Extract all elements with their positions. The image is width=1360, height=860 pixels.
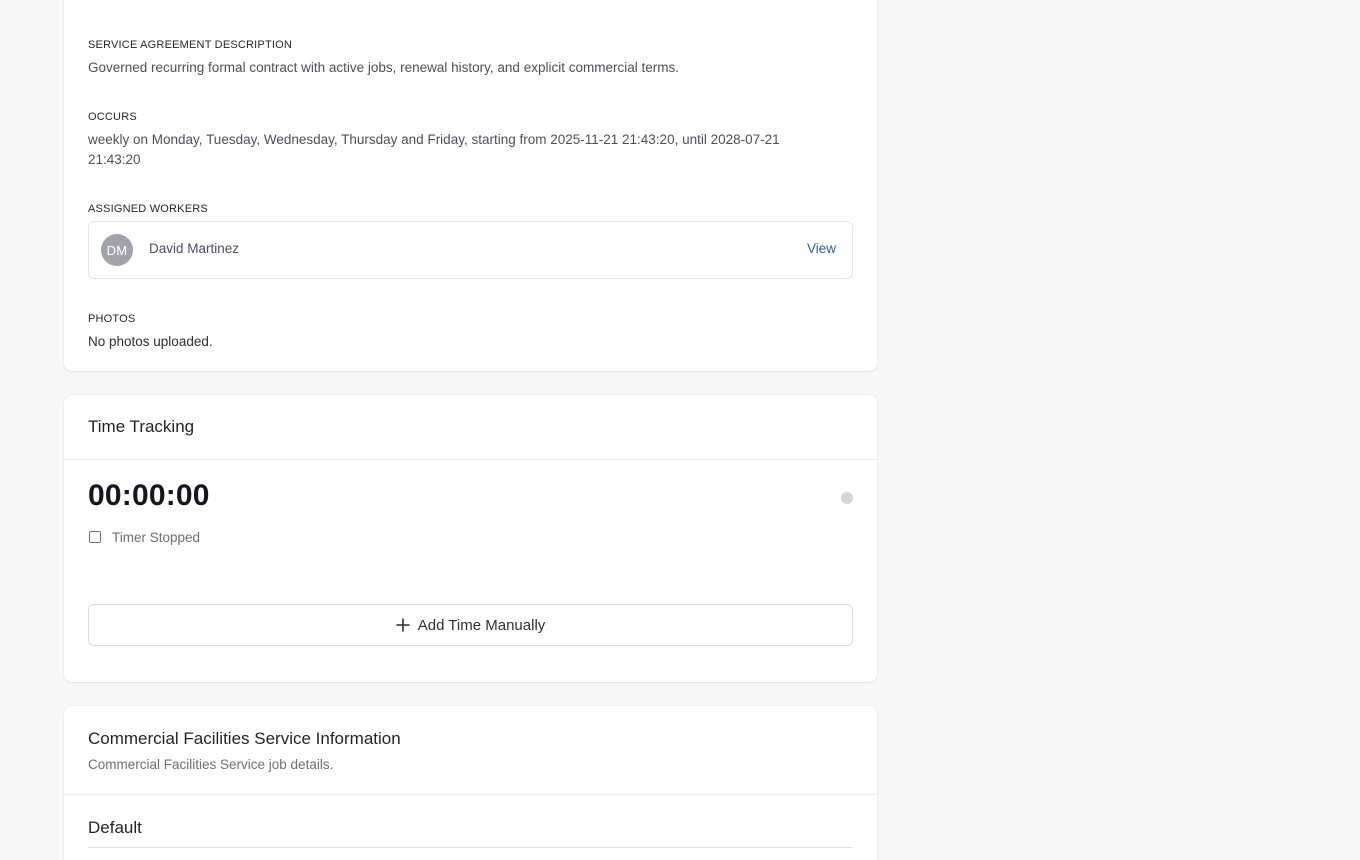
timer-display: 00:00:00 — [88, 479, 210, 512]
photos-label: PHOTOS — [88, 313, 136, 325]
occurs-label: OCCURS — [88, 111, 137, 123]
time-tracking-header: Time Tracking — [64, 395, 877, 460]
avatar: DM — [101, 234, 133, 266]
service-information-card: Commercial Facilities Service Informatio… — [64, 706, 877, 860]
service-information-title: Commercial Facilities Service Informatio… — [88, 729, 401, 748]
worker-name: David Martinez — [149, 241, 240, 256]
timer-status-dot — [841, 492, 853, 504]
timer-checkbox[interactable] — [89, 531, 101, 543]
service-agreement-description-label: SERVICE AGREEMENT DESCRIPTION — [88, 39, 293, 51]
service-agreement-description-value: Governed recurring formal contract with … — [88, 60, 679, 75]
service-information-subtitle: Commercial Facilities Service job detail… — [88, 757, 334, 772]
assigned-worker-row: DM David Martinez View — [88, 221, 853, 279]
view-worker-link[interactable]: View — [807, 241, 836, 256]
photos-value: No photos uploaded. — [88, 334, 213, 349]
assigned-workers-label: ASSIGNED WORKERS — [88, 203, 208, 215]
job-details-card: SERVICE AGREEMENT DESCRIPTION Governed r… — [64, 0, 877, 371]
section-divider — [88, 847, 853, 848]
add-time-manually-label: Add Time Manually — [417, 616, 546, 634]
plus-icon — [395, 618, 410, 632]
timer-status-label: Timer Stopped — [112, 530, 201, 545]
service-information-header: Commercial Facilities Service Informatio… — [64, 706, 877, 795]
occurs-value: weekly on Monday, Tuesday, Wednesday, Th… — [88, 132, 780, 167]
time-tracking-card: Time Tracking 00:00:00 Timer Stopped Add… — [64, 395, 877, 682]
time-tracking-title: Time Tracking — [88, 417, 195, 436]
add-time-manually-button[interactable]: Add Time Manually — [88, 604, 853, 646]
job-detail-page: SERVICE AGREEMENT DESCRIPTION Governed r… — [0, 0, 1360, 860]
default-section-title: Default — [88, 818, 142, 837]
